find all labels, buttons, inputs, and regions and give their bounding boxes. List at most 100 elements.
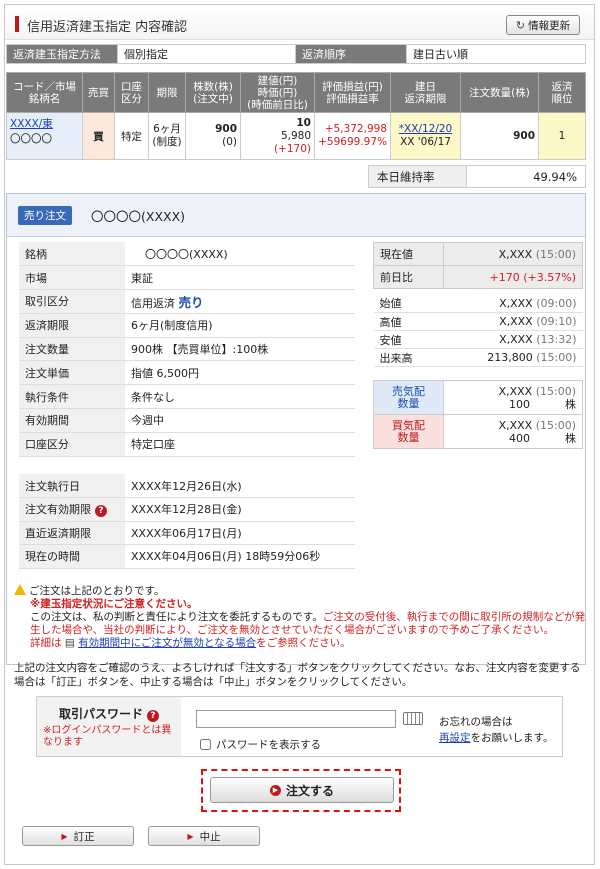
password-input[interactable] — [196, 710, 396, 728]
price-change: (+170) — [273, 142, 311, 155]
ohlc-label: 高値 — [373, 312, 444, 331]
header-accent — [15, 16, 19, 32]
date-value: XXXX年12月26日(水) — [125, 474, 355, 498]
order-value: 建日古い順 — [406, 44, 586, 64]
date-key: 注文執行日 — [19, 474, 125, 498]
detail-row: 注文数量 900株 【売買単位】:100株 — [19, 337, 355, 362]
sell-quote-value: X,XXX (15:00) 100 株 — [443, 380, 583, 415]
show-password-checkbox[interactable] — [200, 739, 211, 750]
col-dates: 建日 返済期限 — [390, 72, 461, 113]
ohlc-row: 高値 X,XXX (09:10) — [373, 312, 583, 331]
prev-day-row: 前日比 +170 (+3.57%) — [373, 265, 583, 289]
method-label: 返済建玉指定方法 — [6, 44, 118, 64]
ohlc-value: 213,800 (15:00) — [443, 348, 583, 367]
date-row: 注文執行日 XXXX年12月26日(水) — [19, 474, 355, 498]
sell-time: (15:00) — [535, 384, 576, 398]
instruction-note: 上記の注文内容をご確認のうえ、よろしければ「注文する」ボタンをクリックしてくださ… — [14, 662, 581, 688]
account-cell: 特定 — [114, 112, 149, 160]
pl-cell: +5,372,998 +59699.97% — [314, 112, 391, 160]
position-table: コード／市場 銘柄名 売買 口座 区分 期限 株数(株) (注文中) 建値(円) 時価(… — [6, 72, 586, 160]
detail-value: 信用返済 売り — [125, 289, 355, 314]
code-link[interactable]: XXXX/東 — [10, 116, 79, 131]
open-date-link[interactable]: *XX/12/20 — [394, 123, 457, 136]
col-qty: 注文数量(株) — [460, 72, 539, 113]
maintenance-rate: 本日維持率 49.94% — [368, 165, 586, 188]
ohlc-num: X,XXX — [499, 315, 533, 328]
detail-stock: 〇〇〇〇(XXXX) — [145, 247, 228, 261]
trade-side: 売り — [178, 294, 204, 310]
col-rank: 返済 順位 — [538, 72, 586, 113]
refresh-button[interactable]: ↻ 情報更新 — [506, 15, 580, 35]
pl-rate: +59699.97% — [318, 136, 387, 148]
col-account: 口座 区分 — [114, 72, 149, 113]
doc-icon: ▤ — [64, 637, 75, 649]
col-code: コード／市場 銘柄名 — [6, 72, 83, 113]
detail-value: 〇〇〇〇(XXXX) — [125, 242, 355, 267]
detail-value: 6ヶ月(制度信用) — [125, 313, 355, 338]
col-shares: 株数(株) (注文中) — [185, 72, 241, 113]
ohlc-time: (09:10) — [536, 315, 577, 328]
password-note: ※ログインパスワードとは異なります — [43, 725, 172, 748]
term-line2: (制度) — [152, 136, 182, 148]
keyboard-icon[interactable] — [403, 712, 423, 725]
show-password-toggle[interactable]: パスワードを表示する — [200, 737, 321, 752]
password-label-cell: 取引パスワード? ※ログインパスワードとは異なります — [37, 697, 181, 756]
buy-time: (15:00) — [535, 418, 576, 432]
submit-label: 注文する — [285, 783, 334, 798]
forgot-line1: お忘れの場合は — [439, 716, 513, 728]
help-icon[interactable]: ? — [95, 505, 107, 518]
cancel-button[interactable]: ▶ 中止 — [148, 826, 260, 846]
buy-quote-value: X,XXX (15:00) 400 株 — [443, 414, 583, 449]
order-details-table: 銘柄 〇〇〇〇(XXXX) 市場 東証 取引区分 信用返済 売り 返済期限 6ヶ月(制度… — [19, 242, 355, 457]
date-row: 現在の時間 XXXX年04月06日(月) 18時59分06秒 — [19, 544, 355, 569]
help-icon[interactable]: ? — [147, 710, 159, 722]
shares-pending: (0) — [222, 136, 237, 148]
method-value: 個別指定 — [117, 44, 296, 64]
submit-order-button[interactable]: ▶ 注文する — [210, 777, 394, 803]
warning-icon — [14, 584, 26, 595]
invalid-order-link[interactable]: 有効期間中にご注文が無効となる場合 — [78, 637, 256, 649]
date-row: 直近返済期限 XXXX年06月17日(月) — [19, 521, 355, 545]
warning-line2: ※建玉指定状況にご注意ください。 — [30, 598, 198, 610]
shares-value: 900 — [215, 123, 237, 135]
detail-key: 市場 — [19, 265, 125, 291]
sell-order-badge: 売り注文 — [18, 206, 72, 225]
sell-qty: 100 — [509, 397, 531, 411]
sell-price: X,XXX — [498, 384, 533, 398]
forgot-line2: をお願いします。 — [470, 732, 554, 744]
correct-button[interactable]: ▶ 訂正 — [22, 826, 134, 846]
settlement-info-table: 返済建玉指定方法 個別指定 返済順序 建日古い順 — [6, 44, 586, 64]
page-header: 信用返済建玉指定 内容確認 ↻ 情報更新 — [5, 5, 594, 40]
prev-day-label: 前日比 — [373, 265, 444, 289]
detail-row: 有効期間 今週中 — [19, 408, 355, 433]
prev-day-value: +170 (+3.57%) — [443, 265, 583, 289]
col-side: 売買 — [82, 72, 115, 113]
sell-label2: 数量 — [397, 396, 420, 410]
rate-label: 本日維持率 — [368, 165, 467, 188]
reset-password-link[interactable]: 再設定 — [439, 732, 471, 744]
refresh-label: 情報更新 — [528, 19, 571, 32]
trade-type: 信用返済 — [131, 296, 175, 310]
sell-quote-label: 売気配 数量 — [373, 380, 444, 415]
ohlc-row: 始値 X,XXX (09:00) — [373, 294, 583, 313]
col-term: 期限 — [148, 72, 186, 113]
order-stock-name: 〇〇〇〇(XXXX) — [91, 209, 186, 224]
due-date: XX '06/17 — [400, 136, 451, 148]
password-label: 取引パスワード? — [43, 705, 175, 722]
ohlc-num: X,XXX — [499, 333, 533, 346]
date-key: 現在の時間 — [19, 544, 125, 569]
arrow-right-icon: ▶ — [61, 831, 68, 841]
detail-key: 取引区分 — [19, 289, 125, 314]
arrow-right-icon: ▶ — [187, 831, 194, 841]
forgot-password: お忘れの場合は 再設定をお願いします。 — [439, 714, 553, 746]
ohlc-row: 安値 X,XXX (13:32) — [373, 330, 583, 349]
ohlc-num: X,XXX — [499, 296, 533, 310]
sell-quote-row: 売気配 数量 X,XXX (15:00) 100 株 — [373, 380, 583, 415]
buy-quote-label: 買気配 数量 — [373, 414, 444, 449]
buy-price: X,XXX — [498, 418, 533, 432]
order-qty-cell: 900 — [460, 112, 539, 160]
term-line1: 6ヶ月 — [153, 123, 181, 135]
submit-highlight: ▶ 注文する — [201, 769, 401, 812]
order-label: 返済順序 — [295, 44, 407, 64]
detail-key: 返済期限 — [19, 313, 125, 338]
